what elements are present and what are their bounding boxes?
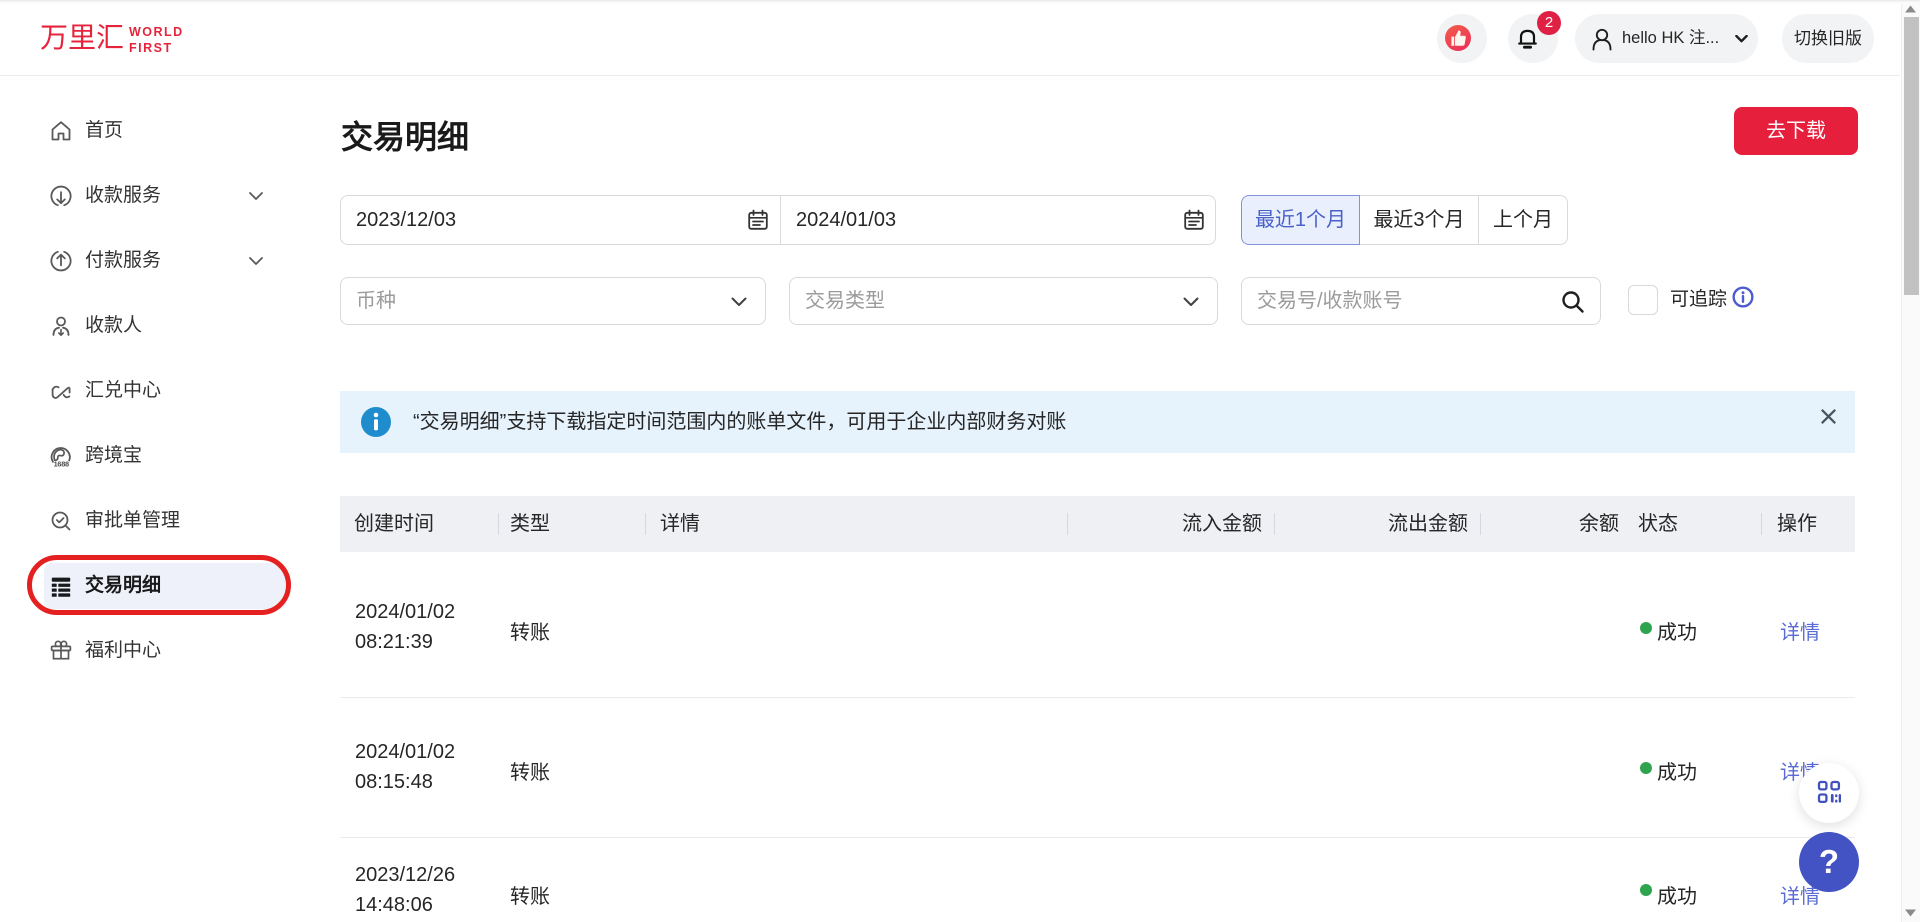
- svg-text:1688: 1688: [54, 460, 69, 467]
